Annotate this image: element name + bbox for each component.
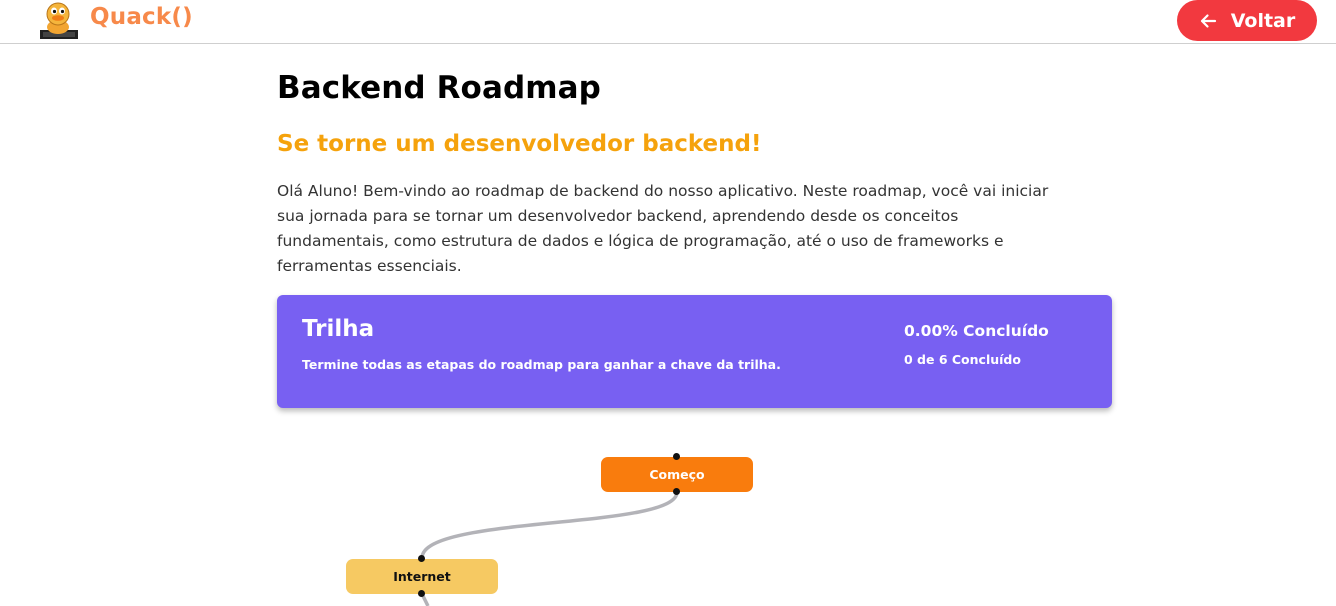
track-percent-complete: 0.00% Concluído	[904, 322, 1049, 340]
duck-logo-icon	[40, 2, 78, 39]
node-handle-bottom[interactable]	[418, 590, 425, 597]
top-navbar: Quack() Voltar	[0, 0, 1336, 44]
intro-paragraph: Olá Aluno! Bem-vindo ao roadmap de backe…	[277, 182, 1049, 275]
duck-mascot-logo[interactable]	[38, 0, 80, 40]
back-button-label: Voltar	[1230, 9, 1296, 32]
node-handle-top[interactable]	[673, 453, 680, 460]
node-handle-bottom[interactable]	[673, 488, 680, 495]
back-button[interactable]: Voltar	[1177, 0, 1317, 41]
roadmap-edge-start-internet	[420, 491, 679, 559]
track-progress-card: Trilha Termine todas as etapas do roadma…	[277, 295, 1112, 408]
brand-name[interactable]: Quack()	[90, 4, 193, 30]
node-handle-top[interactable]	[418, 555, 425, 562]
arrow-left-icon	[1200, 13, 1216, 28]
roadmap-node-start[interactable]: Começo	[601, 457, 753, 492]
track-steps-complete: 0 de 6 Concluído	[904, 352, 1021, 367]
page-title: Backend Roadmap	[277, 70, 601, 106]
track-title: Trilha	[302, 316, 375, 342]
roadmap-node-internet[interactable]: Internet	[346, 559, 498, 594]
track-description: Termine todas as etapas do roadmap para …	[302, 357, 781, 372]
page-subtitle: Se torne um desenvolvedor backend!	[277, 131, 762, 157]
